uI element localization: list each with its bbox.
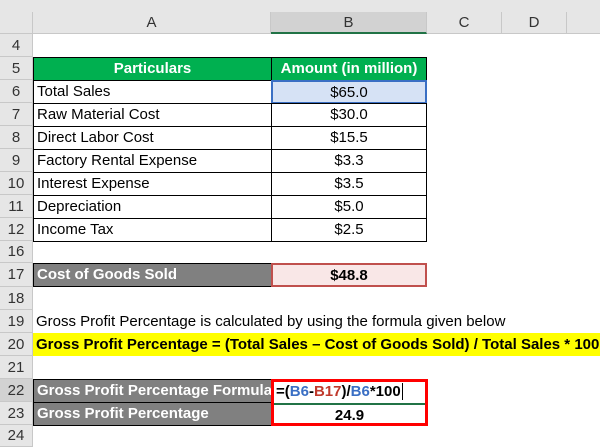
row-header[interactable]: 18 <box>0 287 33 310</box>
table-row-label[interactable]: Direct Labor Cost <box>33 126 272 150</box>
row-header[interactable]: 23 <box>0 402 33 425</box>
row-header[interactable]: 6 <box>0 80 33 103</box>
table-row-value[interactable]: $2.5 <box>271 218 427 242</box>
row-header[interactable]: 20 <box>0 333 33 356</box>
table-row-value[interactable]: $65.0 <box>271 80 427 104</box>
formula-part: =( <box>276 383 290 400</box>
column-header-a[interactable]: A <box>33 12 271 34</box>
row-header[interactable]: 22 <box>0 379 33 402</box>
table-row-value[interactable]: $30.0 <box>271 103 427 127</box>
column-header-d[interactable]: D <box>502 12 567 34</box>
formula-part: *100 <box>369 383 401 400</box>
gpp-result-box: =(B6-B17)/B6*100​ 24.9 <box>271 379 428 426</box>
row-header[interactable]: 8 <box>0 126 33 149</box>
formula-ref-b6: B6 <box>289 383 309 400</box>
table-row-label[interactable]: Total Sales <box>33 80 272 104</box>
row-header[interactable]: 9 <box>0 149 33 172</box>
row-header[interactable]: 5 <box>0 57 33 80</box>
row-header[interactable]: 21 <box>0 356 33 379</box>
header-amount[interactable]: Amount (in million) <box>271 57 427 81</box>
row-header[interactable]: 16 <box>0 241 33 263</box>
row-header[interactable]: 17 <box>0 263 33 287</box>
row-header[interactable]: 12 <box>0 218 33 241</box>
formula-part: )/ <box>341 383 351 400</box>
ribbon-edge <box>0 0 600 12</box>
formula-ref-b17: B17 <box>313 383 342 400</box>
table-row-value[interactable]: $15.5 <box>271 126 427 150</box>
gpp-formula-label[interactable]: Gross Profit Percentage Formula <box>33 379 272 403</box>
text-cursor: ​ <box>401 383 403 400</box>
gpp-label[interactable]: Gross Profit Percentage <box>33 402 272 426</box>
table-row-label[interactable]: Raw Material Cost <box>33 103 272 127</box>
header-particulars[interactable]: Particulars <box>33 57 272 81</box>
gpp-value[interactable]: 24.9 <box>274 405 425 426</box>
row-header[interactable]: 7 <box>0 103 33 126</box>
row-header[interactable]: 24 <box>0 425 33 447</box>
table-row-label[interactable]: Depreciation <box>33 195 272 219</box>
table-row-value[interactable]: $5.0 <box>271 195 427 219</box>
formula-description[interactable]: Gross Profit Percentage = (Total Sales –… <box>33 333 600 356</box>
cogs-value[interactable]: $48.8 <box>271 263 427 287</box>
table-row-value[interactable]: $3.5 <box>271 172 427 196</box>
column-header-b[interactable]: B <box>271 12 427 34</box>
formula-ref-b6: B6 <box>350 383 370 400</box>
table-row-value[interactable]: $3.3 <box>271 149 427 173</box>
row-header[interactable]: 4 <box>0 34 33 57</box>
note-text[interactable]: Gross Profit Percentage is calculated by… <box>33 310 508 333</box>
table-row-label[interactable]: Factory Rental Expense <box>33 149 272 173</box>
table-row-label[interactable]: Income Tax <box>33 218 272 242</box>
formula-edit-cell[interactable]: =(B6-B17)/B6*100​ <box>274 382 425 405</box>
select-all-corner[interactable] <box>0 12 33 34</box>
column-header-e[interactable] <box>567 12 600 34</box>
row-header[interactable]: 19 <box>0 310 33 333</box>
table-row-label[interactable]: Interest Expense <box>33 172 272 196</box>
row-header[interactable]: 10 <box>0 172 33 195</box>
row-header[interactable]: 11 <box>0 195 33 218</box>
cogs-label[interactable]: Cost of Goods Sold <box>33 263 272 287</box>
column-header-c[interactable]: C <box>427 12 502 34</box>
